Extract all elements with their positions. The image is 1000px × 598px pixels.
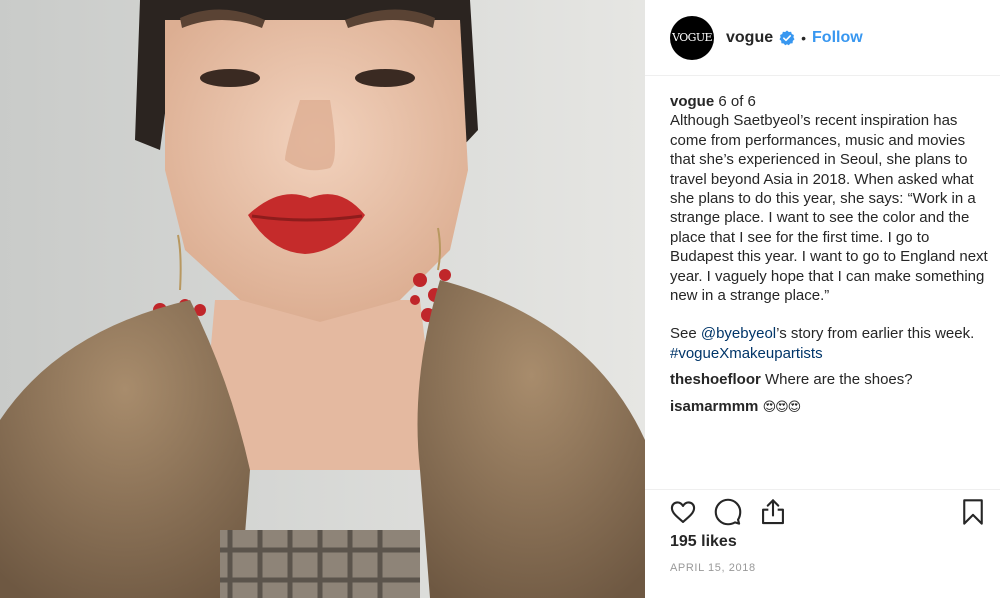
portrait-image: [0, 0, 645, 598]
caption-see-prefix: See: [670, 325, 701, 343]
actions-divider: [645, 489, 1000, 490]
likes-count[interactable]: 195 likes: [670, 533, 737, 551]
bookmark-icon[interactable]: [959, 498, 987, 526]
post-date: APRIL 15, 2018: [670, 562, 756, 574]
header-separator: •: [801, 29, 807, 46]
avatar-logo-text: VOGUE: [672, 31, 712, 44]
caption-see-suffix: ’s story from earlier this week.: [776, 325, 975, 343]
follow-button[interactable]: Follow: [812, 29, 863, 47]
comment-username[interactable]: isamarmmm: [670, 398, 758, 415]
header-username[interactable]: vogue: [726, 29, 773, 47]
comment-item: isamarmmm 😍😍😍: [670, 397, 988, 417]
mention-link[interactable]: @byebyeol: [701, 325, 776, 342]
caption-text: Although Saetbyeol’s recent inspiration …: [670, 112, 988, 305]
caption: vogue 6 of 6 Although Saetbyeol’s recent…: [670, 92, 988, 363]
comment-icon[interactable]: [714, 498, 742, 526]
comment-text: 😍😍😍: [762, 399, 802, 415]
caption-links: See @byebyeol’s story from earlier this …: [670, 324, 988, 363]
hashtag-link[interactable]: #vogueXmakeupartists: [670, 345, 823, 362]
share-icon[interactable]: [759, 498, 787, 526]
caption-username[interactable]: vogue: [670, 93, 714, 110]
caption-counter: 6 of 6: [718, 93, 756, 110]
heart-icon[interactable]: [669, 498, 697, 526]
comments-section: vogue 6 of 6 Although Saetbyeol’s recent…: [670, 92, 988, 417]
comment-username[interactable]: theshoefloor: [670, 371, 761, 388]
post-photo[interactable]: [0, 0, 645, 598]
post-header: VOGUE vogue • Follow: [645, 0, 1000, 76]
post-side-panel: VOGUE vogue • Follow vogue 6 of 6 Althou…: [645, 0, 1000, 598]
comment-item: theshoefloor Where are the shoes?: [670, 370, 988, 389]
avatar[interactable]: VOGUE: [670, 15, 714, 60]
action-bar: [669, 498, 985, 528]
comment-text: Where are the shoes?: [765, 371, 913, 389]
verified-badge-icon: [779, 30, 795, 45]
